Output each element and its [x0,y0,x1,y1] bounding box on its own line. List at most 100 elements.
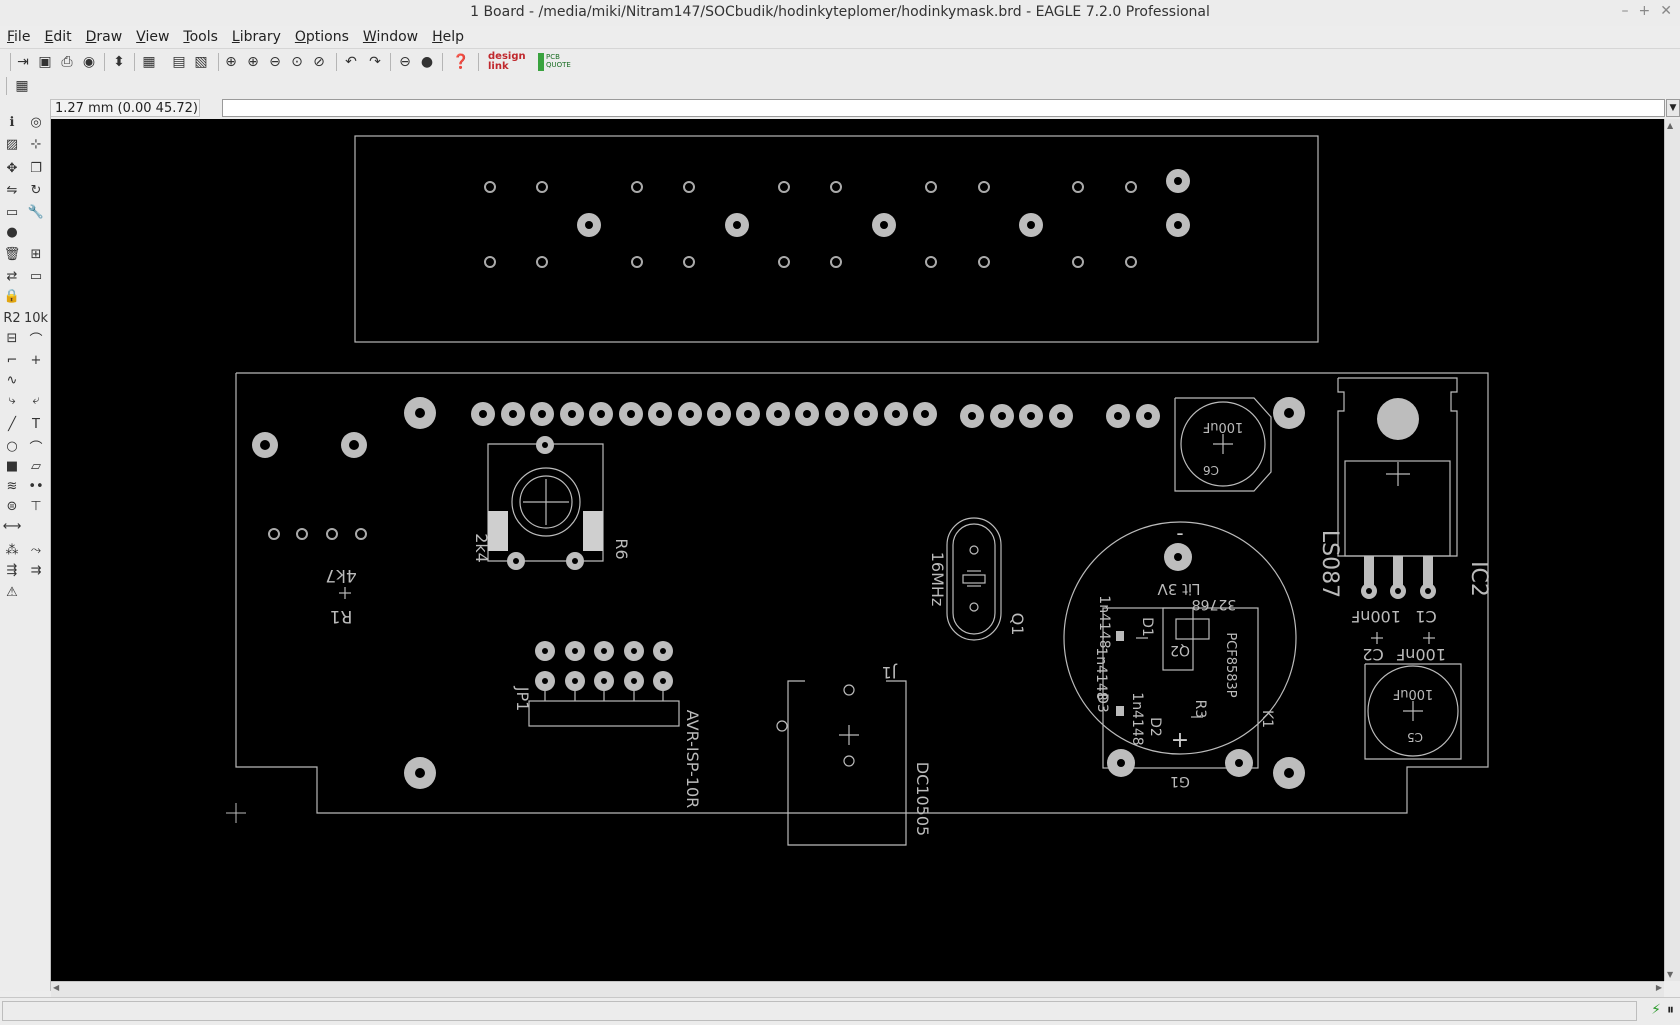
scroll-down-icon[interactable]: ▼ [1667,970,1673,979]
stop-status-icon[interactable]: ⏸ [1667,1002,1674,1018]
r1-name-label: R1 [330,606,353,626]
menu-library[interactable]: Library [225,26,288,48]
ripup-icon[interactable]: ⤶ [27,391,45,409]
menu-draw[interactable]: Draw [79,26,130,48]
errors-icon[interactable]: ⚠ [3,583,21,601]
smash-icon[interactable]: ⊟ [3,329,21,347]
route-icon[interactable]: ⤷ [3,391,21,409]
meander-icon[interactable]: ∿ [3,371,21,389]
cam-icon[interactable]: ◉ [80,53,98,71]
menu-help[interactable]: Help [425,26,471,48]
zoom-last-icon[interactable]: ⊘ [310,53,328,71]
rect-icon[interactable]: ■ [3,457,21,475]
k1-value-label: PCF8583P [1223,632,1238,697]
tool-palette: ℹ ◎ ▨ ⊹ ✥ ❐ ⇋ ↻ ▭ 🔧 ● 🗑 ⊞ ⇄ ▭ 🔒 R2 10k ⊟… [0,111,51,991]
paste-icon[interactable]: ● [3,223,21,241]
menu-edit[interactable]: Edit [37,26,78,48]
wire-icon[interactable]: ╱ [3,415,21,433]
horizontal-scrollbar[interactable]: ◀ ▶ [51,981,1664,997]
pcbquote-button[interactable]: PCB QUOTE [538,53,578,71]
menu-tools[interactable]: Tools [176,26,225,48]
delete-icon[interactable]: 🗑 [3,245,21,263]
display-icon[interactable]: ▨ [3,135,21,153]
board-canvas[interactable]: 4k7 R1 2k4 R6 JP1 AVR-ISP-10R J1 DC10505… [51,119,1664,981]
copy-icon[interactable]: ❐ [27,159,45,177]
lightning-icon[interactable]: ⚡ [1651,1002,1661,1018]
add-icon[interactable]: ⊞ [27,245,45,263]
grid-icon[interactable]: ▦ [13,77,31,95]
stop-icon[interactable]: ⊖ [396,53,414,71]
optimize-icon[interactable]: + [27,351,45,369]
signal-icon[interactable]: •• [27,477,45,495]
board-outline [235,372,1489,814]
zoom-in-icon[interactable]: ⊕ [244,53,262,71]
drc-icon[interactable]: ⇶ [3,561,21,579]
split-icon[interactable]: ⌐ [3,351,21,369]
cursor-crosshair [226,803,246,823]
attribute-icon[interactable]: ⊤ [27,497,45,515]
menu-window[interactable]: Window [356,26,425,48]
menu-options[interactable]: Options [288,26,356,48]
replace-icon[interactable]: ⇄ [3,267,21,285]
group-icon[interactable]: ▭ [3,203,21,221]
title-bar: 1 Board - /media/miki/Nitram147/SOCbudik… [0,0,1680,27]
print-icon[interactable]: ⎙ [58,53,76,71]
menu-file[interactable]: File [0,26,37,48]
arc-icon[interactable]: ⌒ [27,437,45,456]
zoom-select-icon[interactable]: ⊙ [288,53,306,71]
d3-value-label: 1n4148 [1129,692,1145,745]
undo-icon[interactable]: ↶ [342,53,360,71]
via-icon[interactable]: ≋ [3,477,21,495]
erc-icon[interactable]: ⇉ [27,561,45,579]
battery-minus-label: - [1176,521,1183,545]
parameter-toolbar: ▦ [0,75,1680,98]
text-icon[interactable]: T [27,415,45,433]
ratsnest-icon[interactable]: ⁂ [3,541,21,559]
polygon-icon[interactable]: ▱ [27,457,45,475]
c1-name-label: C1 [1415,607,1436,626]
command-history-dropdown[interactable]: ▼ [1666,99,1680,117]
mark-icon[interactable]: ⊹ [27,135,45,153]
script-icon[interactable]: ▦ [140,53,158,71]
scroll-left-icon[interactable]: ◀ [53,983,59,992]
minimize-button[interactable]: – [1622,3,1629,19]
vertical-scrollbar[interactable]: ▲ ▼ [1664,119,1680,981]
redo-icon[interactable]: ↷ [366,53,384,71]
command-line-input[interactable] [222,99,1665,117]
hole-icon[interactable]: ⊜ [3,497,21,515]
rotate-icon[interactable]: ↻ [27,181,45,199]
designlink-button[interactable]: design link [488,52,530,72]
help-icon[interactable]: ❓ [452,53,470,71]
maximize-button[interactable]: + [1639,3,1651,19]
command-bar: 1.27 mm (0.00 45.72) ▼ [0,97,1680,119]
lock-icon-2[interactable]: ▭ [27,267,45,285]
scroll-right-icon[interactable]: ▶ [1656,983,1662,992]
info-icon[interactable]: ℹ [3,113,21,131]
zoom-out-icon[interactable]: ⊖ [266,53,284,71]
ic2-tab-hole [1377,398,1419,440]
dimension-icon[interactable]: ⟷ [3,517,22,535]
autorouter-icon[interactable]: ⤳ [27,541,45,559]
use-library-icon[interactable]: ⬍ [110,53,128,71]
move-icon[interactable]: ✥ [3,159,21,177]
zoom-fit-icon[interactable]: ⊕ [222,53,240,71]
circle-icon[interactable]: ○ [3,437,21,455]
board-drawing[interactable]: 4k7 R1 2k4 R6 JP1 AVR-ISP-10R J1 DC10505… [51,119,1664,981]
name-icon[interactable]: R2 [3,309,21,327]
value-icon[interactable]: 10k [24,309,48,327]
change-icon[interactable]: 🔧 [27,203,45,221]
lock-icon[interactable]: 🔒 [3,287,21,305]
mirror-icon[interactable]: ⇋ [3,181,21,199]
show-icon[interactable]: ◎ [27,113,45,131]
open-icon[interactable]: ⇥ [14,53,32,71]
miter-icon[interactable]: ⌒ [27,329,45,348]
board-schematic-icon[interactable]: ▤ [170,53,188,71]
save-icon[interactable]: ▣ [36,53,54,71]
r6-name-label: R6 [612,538,631,559]
close-button[interactable]: ✕ [1660,3,1672,19]
go-icon[interactable]: ● [418,53,436,71]
scroll-up-icon[interactable]: ▲ [1667,121,1673,130]
menu-view[interactable]: View [129,26,176,48]
ulp-icon[interactable]: ▧ [192,53,210,71]
c5-name-label: C5 [1407,730,1423,744]
